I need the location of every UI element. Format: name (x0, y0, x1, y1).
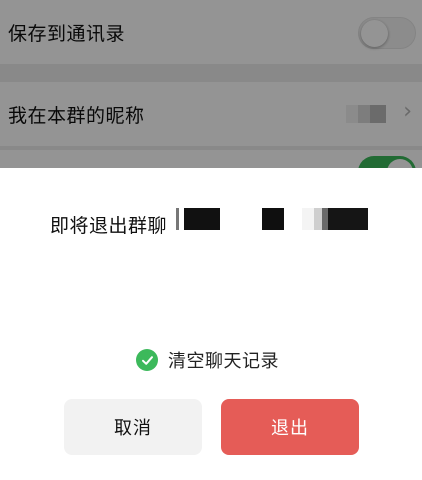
cancel-button[interactable]: 取消 (64, 399, 202, 455)
settings-list-background: 保存到通讯录 我在本群的昵称 › (0, 0, 422, 168)
exit-group-dialog: 即将退出群聊 清空聊天记录 取消 退出 (0, 168, 422, 480)
checkmark-icon (141, 355, 153, 365)
dim-overlay[interactable] (0, 0, 422, 168)
dialog-title-text: 即将退出群聊 (50, 214, 168, 237)
check-circle-icon[interactable] (136, 349, 158, 371)
exit-button[interactable]: 退出 (221, 399, 359, 455)
group-name-redacted (176, 208, 220, 230)
group-name-redacted (302, 208, 368, 230)
clear-history-label: 清空聊天记录 (168, 351, 279, 372)
group-name-redacted (262, 208, 284, 230)
clear-history-option[interactable]: 清空聊天记录 (136, 347, 279, 373)
dialog-title: 即将退出群聊 (50, 210, 167, 238)
